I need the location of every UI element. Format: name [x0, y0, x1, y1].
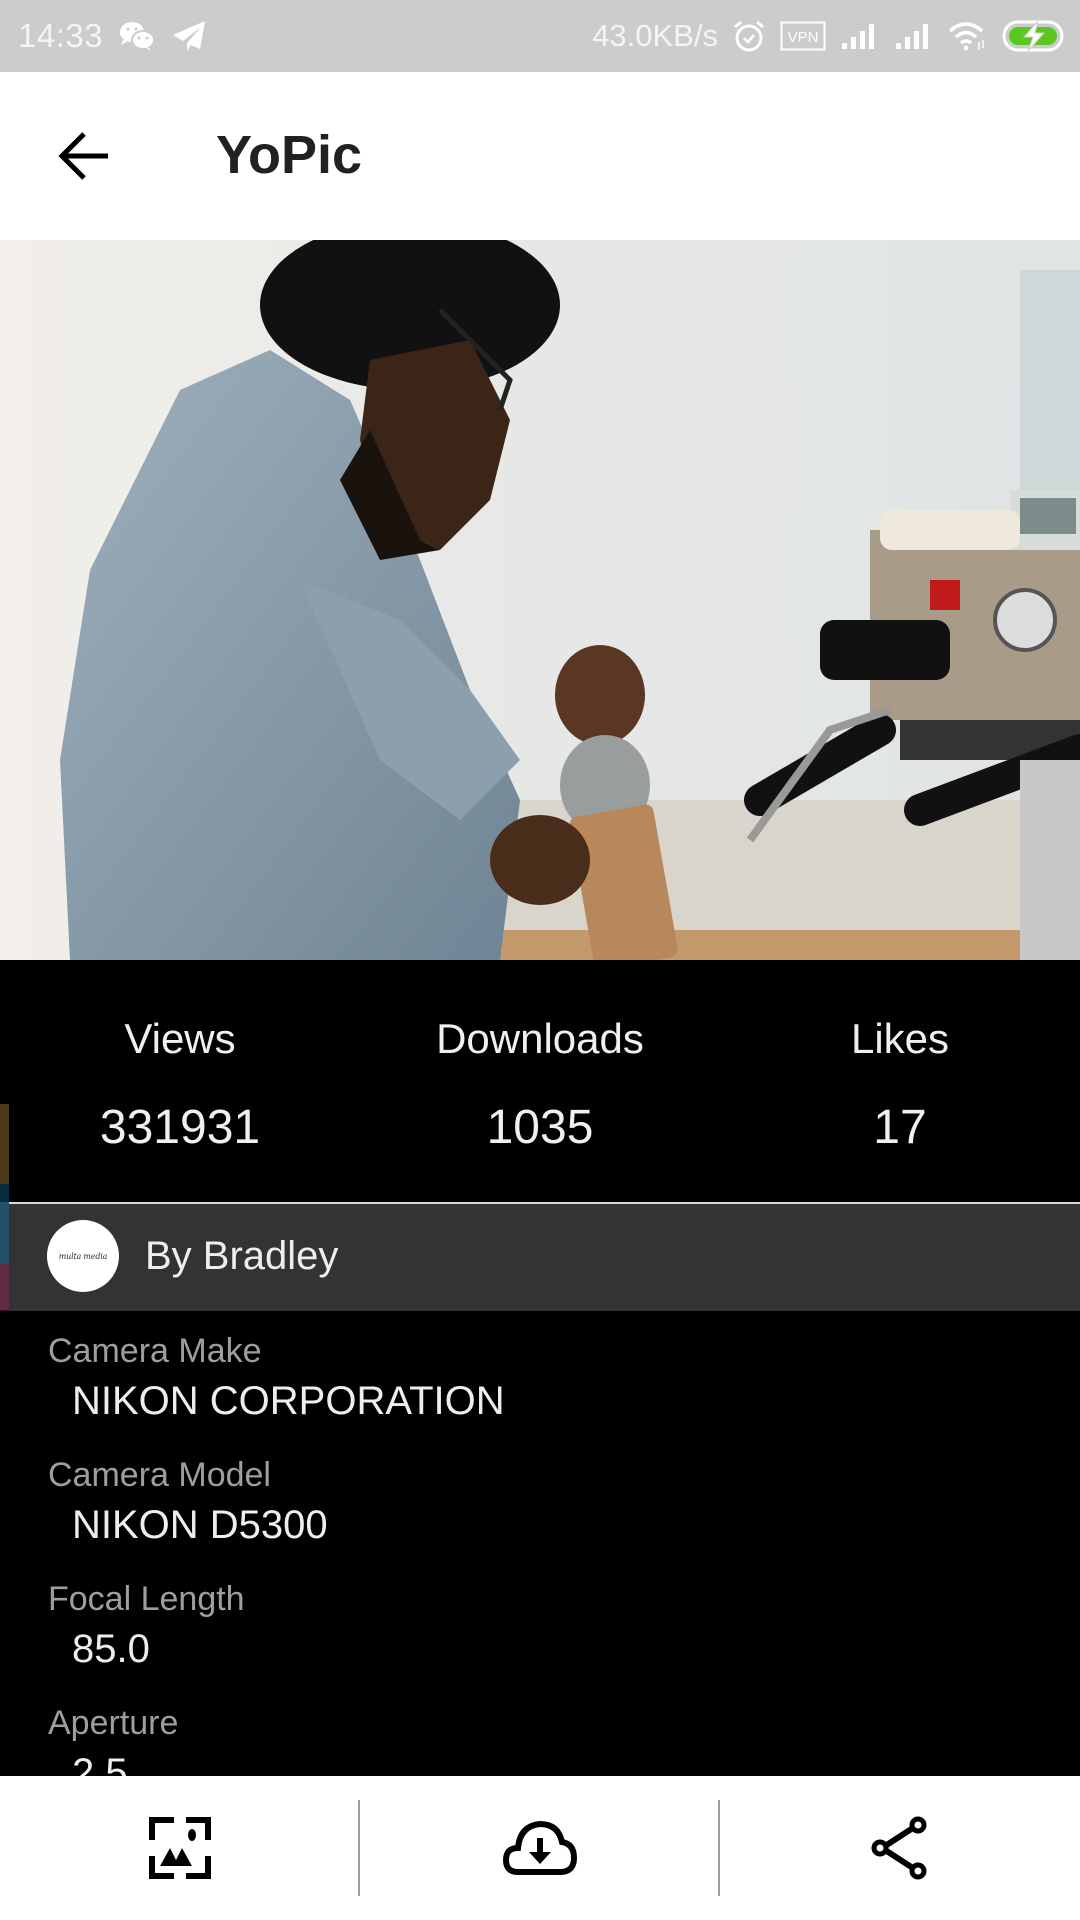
signal-icon	[894, 21, 934, 51]
signal-icon	[840, 21, 880, 51]
network-speed: 43.0KB/s	[592, 18, 718, 53]
wechat-icon	[117, 19, 157, 53]
status-bar: 14:33 43.0KB/s VPN	[0, 0, 1080, 72]
share-button[interactable]	[720, 1776, 1080, 1920]
stat-value: 17	[873, 1101, 927, 1154]
vpn-label: VPN	[788, 29, 819, 46]
status-right: 43.0KB/s VPN	[592, 0, 1066, 72]
back-button[interactable]	[44, 116, 124, 196]
status-time: 14:33	[18, 17, 104, 54]
photo-preview[interactable]	[0, 240, 1080, 960]
wallpaper-icon	[149, 1817, 211, 1879]
bottom-action-bar	[0, 1776, 1080, 1920]
author-row[interactable]: multa media By Bradley	[9, 1204, 1080, 1311]
exif-value: NIKON D5300	[72, 1503, 328, 1547]
exif-value: 85.0	[72, 1627, 150, 1671]
exif-item-aperture: Aperture 2.5	[0, 1683, 1080, 1776]
stat-value: 331931	[99, 1101, 261, 1154]
alarm-icon	[732, 19, 766, 53]
palette-swatch	[0, 1104, 9, 1184]
share-icon	[871, 1816, 927, 1880]
exif-label: Focal Length	[48, 1580, 245, 1618]
palette-swatch	[0, 1184, 9, 1202]
avatar-text: multa media	[58, 1251, 108, 1261]
vpn-icon: VPN	[780, 21, 826, 51]
exif-label: Aperture	[48, 1704, 179, 1742]
page-title: YoPic	[216, 125, 363, 185]
palette-swatch	[0, 1264, 9, 1310]
photo-image	[0, 240, 1080, 960]
cloud-download-icon	[502, 1820, 578, 1875]
exif-item-focal-length: Focal Length 85.0	[0, 1559, 1080, 1683]
download-button[interactable]	[360, 1776, 720, 1920]
palette-swatch	[0, 1202, 9, 1264]
exif-value: NIKON CORPORATION	[72, 1379, 505, 1423]
stat-value: 1035	[486, 1101, 594, 1154]
stat-label: Likes	[850, 1015, 950, 1062]
arrow-back-icon	[58, 132, 108, 180]
stat-label: Views	[124, 1015, 236, 1062]
app-bar: YoPic	[0, 72, 1080, 240]
avatar: multa media	[47, 1220, 119, 1292]
exif-value: 2.5	[72, 1751, 128, 1776]
exif-list[interactable]: Camera Make NIKON CORPORATION Camera Mod…	[0, 1311, 1080, 1776]
wifi-icon	[948, 20, 988, 52]
set-wallpaper-button[interactable]	[0, 1776, 360, 1920]
exif-label: Camera Model	[48, 1456, 271, 1494]
exif-label: Camera Make	[48, 1332, 262, 1370]
exif-item-camera-make: Camera Make NIKON CORPORATION	[0, 1311, 1080, 1435]
status-left: 14:33	[18, 0, 207, 72]
exif-item-camera-model: Camera Model NIKON D5300	[0, 1435, 1080, 1559]
author-name: By Bradley	[145, 1234, 339, 1278]
stat-label: Downloads	[436, 1015, 644, 1062]
battery-charging-icon	[1002, 19, 1066, 53]
telegram-icon	[171, 19, 207, 53]
stats-panel: Views 331931 Downloads 1035 Likes 17	[0, 960, 1080, 1202]
color-palette	[0, 1104, 9, 1343]
